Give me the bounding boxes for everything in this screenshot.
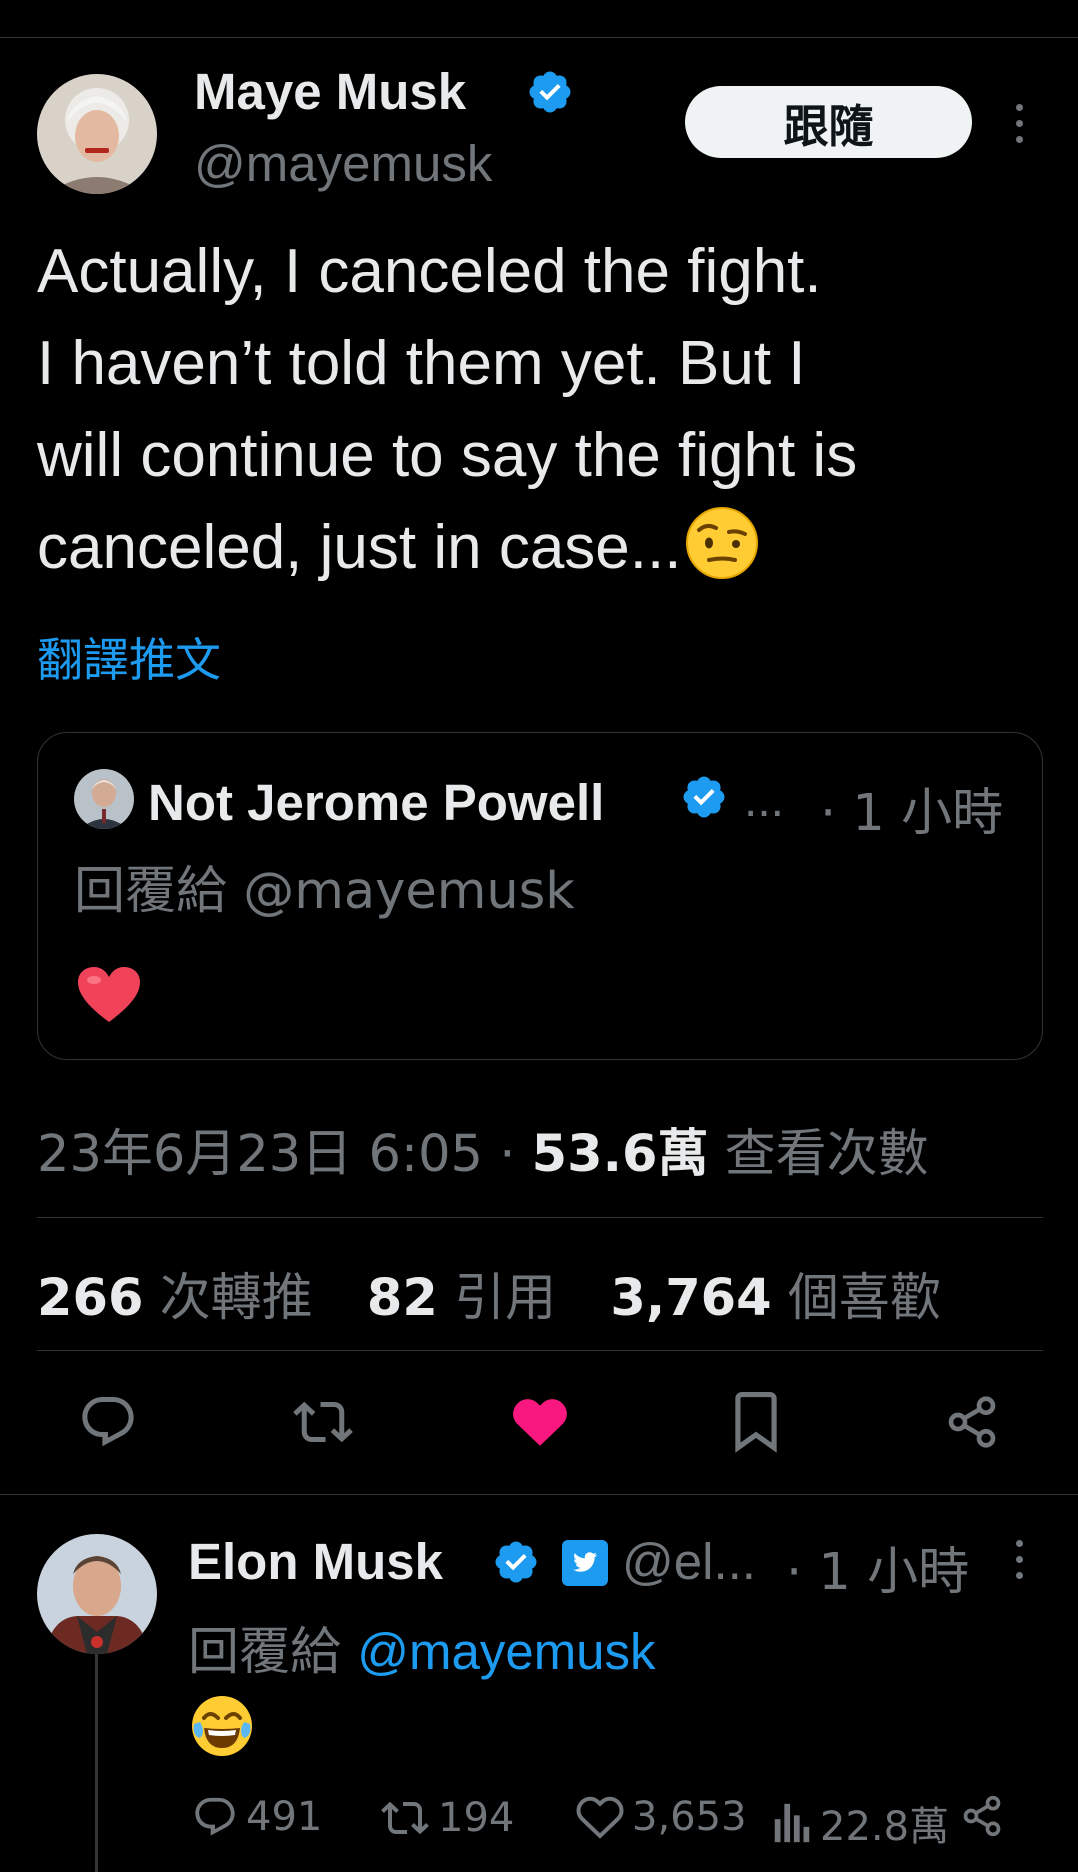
quoted-reply-to: 回覆給 @mayemusk xyxy=(74,862,575,921)
reply-share-action[interactable] xyxy=(960,1794,1012,1838)
author-handle[interactable]: @mayemusk xyxy=(194,134,492,193)
divider xyxy=(37,1350,1043,1351)
verified-badge-icon xyxy=(492,1538,540,1591)
reply-author-handle[interactable]: @el... xyxy=(622,1532,756,1591)
face-with-raised-eyebrow-icon xyxy=(685,506,759,606)
tweet-text-line: will continue to say the fight is xyxy=(37,421,858,490)
more-options-icon[interactable] xyxy=(1016,104,1023,143)
reply-timestamp[interactable]: · 1 小時 xyxy=(786,1530,969,1604)
quoted-timestamp: · 1 小時 xyxy=(820,784,1004,843)
reply-mention-link[interactable]: @mayemusk xyxy=(357,1623,655,1680)
more-options-icon[interactable] xyxy=(1016,1540,1023,1579)
retweet-icon xyxy=(381,1801,429,1835)
verified-badge-icon xyxy=(526,68,574,121)
reply-to-line: 回覆給 @mayemusk xyxy=(188,1610,656,1684)
tweet-text-line-last: canceled, just in case... xyxy=(37,502,1047,606)
divider xyxy=(37,1217,1043,1218)
reply-retweet-action[interactable]: 194 xyxy=(380,1794,514,1842)
reply-likes-count: 3,653 xyxy=(632,1794,747,1840)
tweet-meta: 23年6月23日 6:05 · 53.6萬 查看次數 xyxy=(37,1112,929,1186)
retweets-stat[interactable]: 266 次轉推 xyxy=(37,1269,313,1328)
author-name[interactable]: Maye Musk xyxy=(194,62,466,121)
retweet-icon[interactable] xyxy=(292,1392,354,1452)
follow-button[interactable]: 跟隨 xyxy=(685,86,972,158)
top-divider xyxy=(0,37,1078,38)
quoted-author-name: Not Jerome Powell xyxy=(148,774,605,831)
views-icon xyxy=(774,1803,810,1843)
quoted-handle-truncated: ... xyxy=(744,774,785,827)
red-heart-icon xyxy=(76,965,142,1030)
reply-icon xyxy=(195,1797,235,1836)
face-with-tears-of-joy-icon xyxy=(190,1694,254,1763)
verified-badge-icon xyxy=(680,773,728,826)
bookmark-icon[interactable] xyxy=(730,1392,782,1454)
tweet-text: Actually, I canceled the fight. I haven’… xyxy=(37,226,1047,606)
divider xyxy=(0,1494,1078,1495)
reply-icon[interactable] xyxy=(78,1392,138,1452)
tweet-text-line: Actually, I canceled the fight. xyxy=(37,237,822,306)
quotes-stat[interactable]: 82 引用 xyxy=(367,1269,556,1328)
reply-views-count: 22.8萬 xyxy=(820,1804,950,1850)
views-count: 53.6萬 xyxy=(531,1125,709,1184)
reply-views-action[interactable]: 22.8萬 xyxy=(772,1794,949,1852)
quoted-author-avatar xyxy=(74,769,134,829)
reply-reply-action[interactable]: 491 xyxy=(192,1794,322,1840)
like-icon xyxy=(576,1796,624,1839)
author-avatar[interactable] xyxy=(37,74,157,194)
tweet-date[interactable]: 23年6月23日 6:05 · xyxy=(37,1125,532,1184)
translate-tweet-link[interactable]: 翻譯推文 xyxy=(37,624,221,690)
share-icon[interactable] xyxy=(944,1394,1000,1450)
tweet-text-line: I haven’t told them yet. But I xyxy=(37,329,806,398)
twitter-bird-icon xyxy=(562,1540,608,1591)
views-label: 查看次數 xyxy=(708,1125,929,1184)
like-icon[interactable] xyxy=(510,1394,570,1450)
likes-stat[interactable]: 3,764 個喜歡 xyxy=(610,1269,941,1328)
reply-like-action[interactable]: 3,653 xyxy=(576,1794,747,1840)
reply-retweets-count: 194 xyxy=(438,1795,515,1841)
reply-author-name[interactable]: Elon Musk xyxy=(188,1532,443,1591)
share-icon xyxy=(963,1795,1001,1837)
reply-actions: 491 194 3,653 22.8萬 xyxy=(0,1794,1078,1854)
reply-replies-count: 491 xyxy=(246,1794,323,1840)
reply-author-avatar[interactable] xyxy=(37,1534,157,1654)
tweet-stats: 266 次轉推 82 引用 3,764 個喜歡 xyxy=(37,1256,979,1330)
quoted-tweet-card[interactable]: Not Jerome Powell ... · 1 小時 回覆給 @mayemu… xyxy=(37,732,1043,1060)
reply-to-prefix: 回覆給 xyxy=(188,1623,358,1682)
